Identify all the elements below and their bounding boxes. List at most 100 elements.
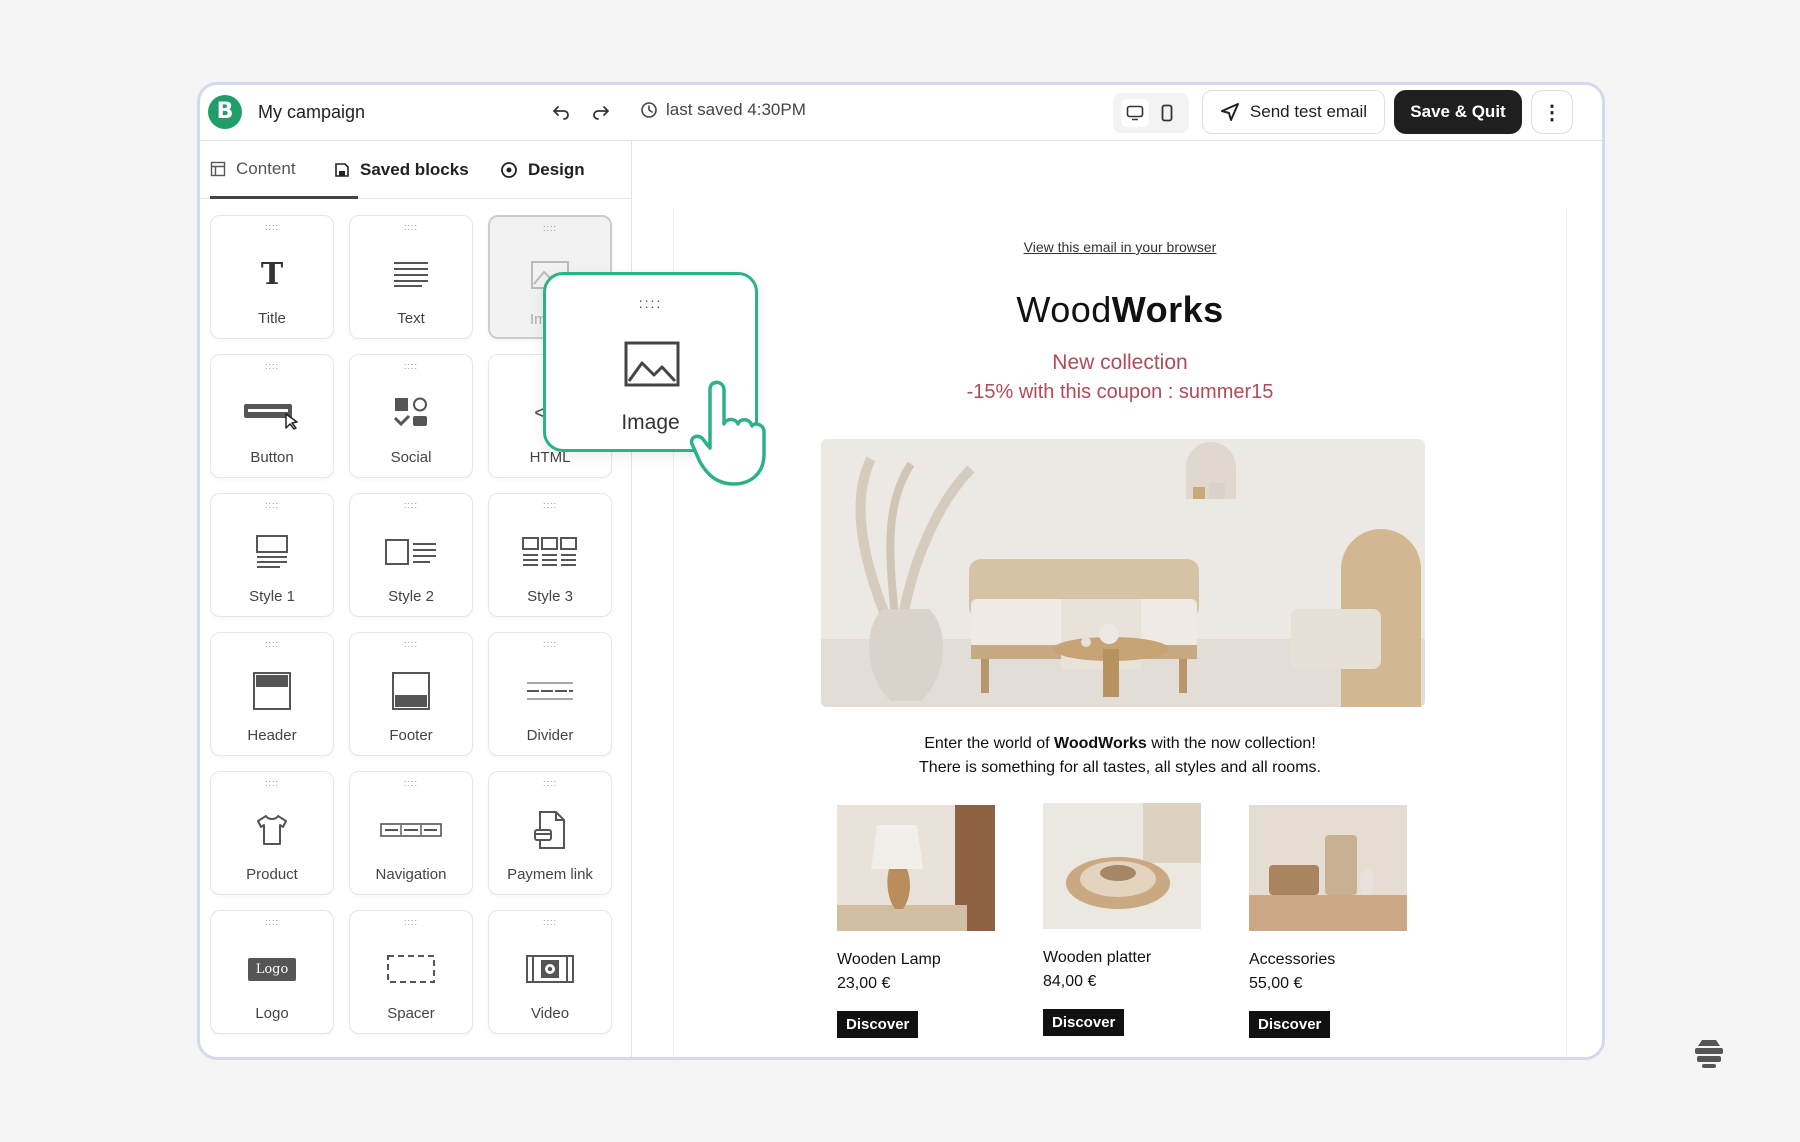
drag-handle-icon[interactable]: :::: [265,361,279,371]
product-price: 84,00 € [1043,973,1097,990]
block-label: Product [246,866,298,883]
discover-button[interactable]: Discover [1043,1009,1125,1036]
intro-part: Enter the world of [924,735,1055,752]
drag-handle-icon[interactable]: :::: [404,917,418,927]
block-payment-link[interactable]: :::: Paymem link [488,771,612,895]
layout-icon [210,161,226,176]
block-label: Footer [389,727,433,744]
block-label: Button [250,449,294,466]
view-in-browser-link[interactable]: View this email in your browser [674,239,1566,255]
desktop-view-icon[interactable] [1121,99,1149,127]
logo-letter: B [216,99,234,124]
block-style-1[interactable]: :::: Style 1 [210,493,334,617]
drag-handle-icon[interactable]: :::: [543,639,557,649]
block-label: Navigation [375,866,447,883]
block-label: Title [258,310,286,327]
block-label: Style 1 [249,588,295,605]
block-social[interactable]: :::: Social [349,354,473,478]
block-label: Header [247,727,297,744]
intro-part: with the now collection! [1146,735,1316,752]
send-test-email-button[interactable]: Send test email [1202,90,1385,134]
drag-handle-icon[interactable]: :::: [639,295,663,311]
drag-handle-icon[interactable]: :::: [404,639,418,649]
discover-button[interactable]: Discover [1249,1011,1331,1038]
block-divider[interactable]: :::: Divider [488,632,612,756]
email-editor-window: B My campaign last saved 4:30PM Send tes… [197,82,1605,1060]
product-name: Wooden platter [1043,949,1152,966]
top-bar: B My campaign last saved 4:30PM Send tes… [200,85,1602,141]
block-footer[interactable]: :::: Footer [349,632,473,756]
drag-handle-icon[interactable]: :::: [543,917,557,927]
beehive-icon [1692,1036,1726,1075]
block-video[interactable]: :::: Video [488,910,612,1034]
drag-handle-icon[interactable]: :::: [265,778,279,788]
block-product[interactable]: :::: Product [210,771,334,895]
device-toggle [1113,93,1189,133]
block-logo[interactable]: :::: Logo Logo [210,910,334,1034]
intro-brand: WoodWorks [1054,735,1147,752]
block-label: Text [397,310,425,327]
save-and-quit-button[interactable]: Save & Quit [1394,90,1522,134]
tab-saved-blocks[interactable]: Saved blocks [334,141,469,199]
drag-handle-icon[interactable]: :::: [265,639,279,649]
discover-button[interactable]: Discover [837,1011,919,1038]
block-label: Paymem link [507,866,593,883]
save-icon [335,163,349,177]
drag-handle-icon[interactable]: :::: [404,361,418,371]
redo-icon[interactable] [588,99,614,125]
tab-design-label: Design [528,160,585,179]
email-brand-title: WoodWorks [674,289,1566,331]
last-saved-text: last saved 4:30PM [666,100,806,119]
block-button[interactable]: :::: Button [210,354,334,478]
block-spacer[interactable]: :::: Spacer [349,910,473,1034]
drag-handle-icon[interactable]: :::: [543,778,557,788]
campaign-name[interactable]: My campaign [258,102,365,123]
drag-handle-icon[interactable]: :::: [404,222,418,232]
style1-icon [211,532,333,572]
block-label: Style 2 [388,588,434,605]
spacer-icon [350,949,472,989]
product-image-accessories[interactable] [1249,805,1407,931]
tshirt-icon [211,810,333,850]
product-image-lamp[interactable] [837,805,995,931]
product-card: Accessories 55,00 € Discover [1249,805,1409,1038]
brand-logo[interactable]: B [208,95,242,129]
drag-handle-icon[interactable]: :::: [265,222,279,232]
block-text[interactable]: :::: Text [349,215,473,339]
navigation-icon [350,810,472,850]
intro-text-line1: Enter the world of WoodWorks with the no… [674,735,1566,753]
hand-cursor-icon [688,378,768,493]
button-icon [211,393,333,433]
drag-handle-icon[interactable]: :::: [543,500,557,510]
block-title[interactable]: :::: T Title [210,215,334,339]
block-label: Style 3 [527,588,573,605]
social-icon [350,393,472,433]
drag-handle-icon[interactable]: :::: [404,778,418,788]
product-card: Wooden Lamp 23,00 € Discover [837,805,997,1038]
product-image-platter[interactable] [1043,803,1201,929]
title-icon: T [260,256,284,292]
drag-handle-icon[interactable]: :::: [265,917,279,927]
more-options-icon[interactable]: ⋮ [1531,90,1573,134]
email-preview: View this email in your browser WoodWork… [673,209,1567,1057]
product-price: 23,00 € [837,975,891,992]
style3-icon [489,532,611,572]
drag-handle-icon[interactable]: :::: [404,500,418,510]
divider-icon [489,671,611,711]
palette-icon [501,162,517,178]
block-navigation[interactable]: :::: Navigation [349,771,473,895]
drag-handle-icon[interactable]: :::: [543,223,557,233]
product-name: Wooden Lamp [837,951,941,968]
block-style-3[interactable]: :::: Style 3 [488,493,612,617]
undo-icon[interactable] [548,99,574,125]
block-header[interactable]: :::: Header [210,632,334,756]
mobile-view-icon[interactable] [1153,99,1181,127]
sidebar-tabs: Content Saved blocks Design [200,141,631,199]
tab-design[interactable]: Design [500,141,585,199]
send-icon [1220,103,1239,121]
drag-handle-icon[interactable]: :::: [265,500,279,510]
header-icon [211,671,333,711]
send-test-label: Send test email [1249,102,1368,121]
hero-image[interactable] [821,439,1425,707]
block-style-2[interactable]: :::: Style 2 [349,493,473,617]
